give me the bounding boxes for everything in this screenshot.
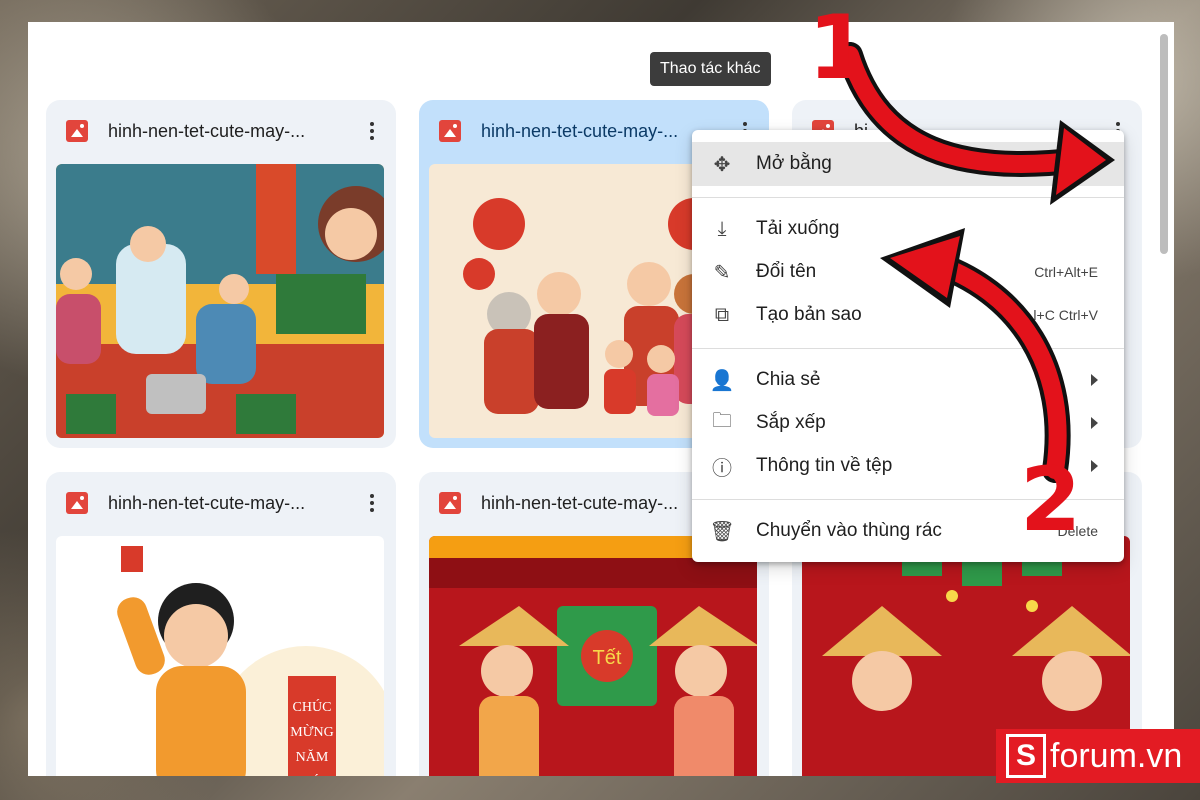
menu-item-make-copy[interactable]: ⧉ Tạo bản sao l+C Ctrl+V [692,293,1124,337]
image-file-icon [66,492,88,514]
scrollbar[interactable] [1160,34,1168,254]
tet-label: Tết [593,647,622,669]
step-number-2: 2 [1020,448,1082,551]
copy-icon: ⧉ [714,303,730,326]
file-name: hinh-nen-tet-cute-may-... [108,120,306,141]
file-thumbnail: CHÚC MỪNG NĂM MỚI [56,536,384,776]
menu-item-organize[interactable]: 🗀 Sắp xếp [692,401,1124,445]
menu-item-open-with[interactable]: ✥ Mở bằng [692,142,1124,186]
sforum-watermark: S forum.vn [996,729,1200,783]
menu-item-download[interactable]: ⤓ Tải xuống [692,207,1124,251]
info-icon: ⓘ [712,457,732,480]
file-card-header: hinh-nen-tet-cute-may-... [46,472,396,534]
sforum-logo-icon: S [1006,734,1046,778]
menu-item-share[interactable]: 👤 Chia sẻ [692,358,1124,402]
submenu-arrow-icon [1091,374,1098,386]
image-file-icon [439,120,461,142]
sforum-wordmark: forum.vn [1050,736,1183,775]
step-number-1: 1 [808,0,870,99]
submenu-arrow-icon [1091,158,1098,170]
svg-text:NĂM: NĂM [296,748,329,765]
move-arrows-icon: ✥ [713,153,731,176]
file-card-header: hinh-nen-tet-cute-may-... [46,100,396,162]
more-actions-tooltip: Thao tác khác [650,52,771,86]
trash-icon: 🗑 [709,520,735,543]
submenu-arrow-icon [1091,417,1098,429]
file-thumbnail: Tết [429,536,757,776]
svg-text:CHÚC: CHÚC [293,698,332,715]
file-card-1[interactable]: hinh-nen-tet-cute-may-... [46,100,396,448]
download-icon: ⤓ [717,217,727,240]
add-person-icon: 👤 [709,369,735,392]
menu-divider [692,348,1124,349]
menu-item-rename[interactable]: ✎ Đổi tên Ctrl+Alt+E [692,250,1124,294]
image-file-icon [439,492,461,514]
submenu-arrow-icon [1091,460,1098,472]
file-thumbnail [56,164,384,438]
pencil-icon: ✎ [713,261,731,284]
file-name: hinh-nen-tet-cute-may-... [108,492,306,513]
more-actions-button[interactable] [358,117,386,145]
menu-divider [692,197,1124,198]
folder-icon: 🗀 [712,410,732,432]
more-actions-button[interactable] [358,489,386,517]
image-file-icon [66,120,88,142]
file-card-4[interactable]: hinh-nen-tet-cute-may-... CHÚC MỪNG NĂM … [46,472,396,776]
svg-text:MỪNG: MỪNG [290,723,334,740]
